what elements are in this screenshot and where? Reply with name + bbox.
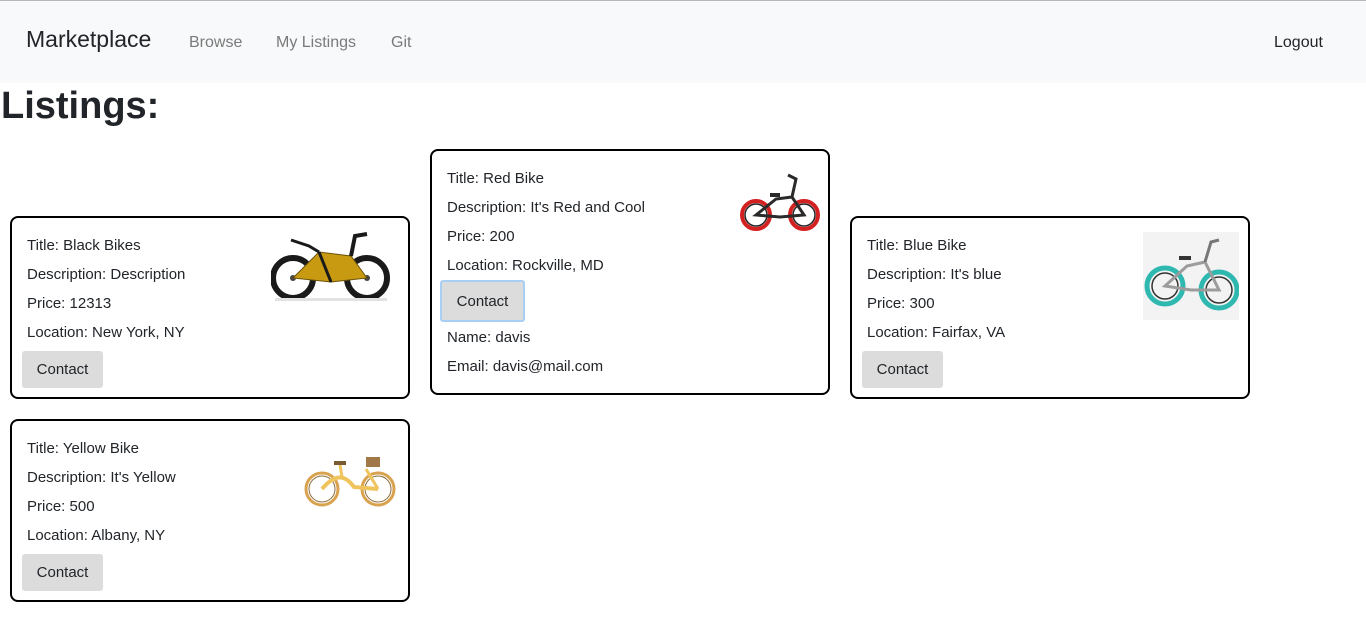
listing-description: Description: It's Red and Cool [447,199,645,216]
listing-location: Location: Fairfax, VA [867,324,1006,341]
listing-description: Description: Description [27,266,186,283]
listing-price: Price: 300 [867,295,935,312]
page-title: Listings: [1,85,160,127]
listing-title: Title: Red Bike [447,170,544,187]
seller-name: Name: davis [447,329,531,346]
listing-title: Title: Yellow Bike [27,440,140,457]
listing-title: Title: Black Bikes [27,237,141,254]
listing-price: Price: 500 [27,498,95,515]
teal-bmx-image [1143,232,1239,320]
red-bmx-image [740,171,820,233]
seller-email: Email: davis@mail.com [447,358,604,375]
contact-button[interactable]: Contact [22,351,103,388]
contact-button[interactable]: Contact [862,351,943,388]
listing-title: Title: Blue Bike [867,237,967,254]
brand-link[interactable]: Marketplace [26,26,151,53]
listing-location: Location: Albany, NY [27,527,166,544]
listing-price: Price: 200 [447,228,515,245]
nav-my-listings[interactable]: My Listings [276,34,356,52]
yellow-cruiser-image [304,451,396,509]
contact-button[interactable]: Contact [440,280,525,322]
nav-git[interactable]: Git [391,34,411,52]
logout-link[interactable]: Logout [1274,34,1323,52]
listing-price: Price: 12313 [27,295,112,312]
listing-location: Location: New York, NY [27,324,185,341]
contact-button[interactable]: Contact [22,554,103,591]
nav-browse[interactable]: Browse [189,34,242,52]
listing-card: Title: Yellow Bike Description: It's Yel… [10,419,410,602]
listing-location: Location: Rockville, MD [447,257,604,274]
listing-description: Description: It's Yellow [27,469,176,486]
black-bike-image [271,226,391,304]
listing-description: Description: It's blue [867,266,1002,283]
navbar: Marketplace Browse My Listings Git Logou… [0,1,1366,83]
listing-card: Title: Black Bikes Description: Descript… [10,216,410,399]
listing-card: Title: Blue Bike Description: It's blue … [850,216,1250,399]
listing-card-expanded: Title: Red Bike Description: It's Red an… [430,149,830,395]
